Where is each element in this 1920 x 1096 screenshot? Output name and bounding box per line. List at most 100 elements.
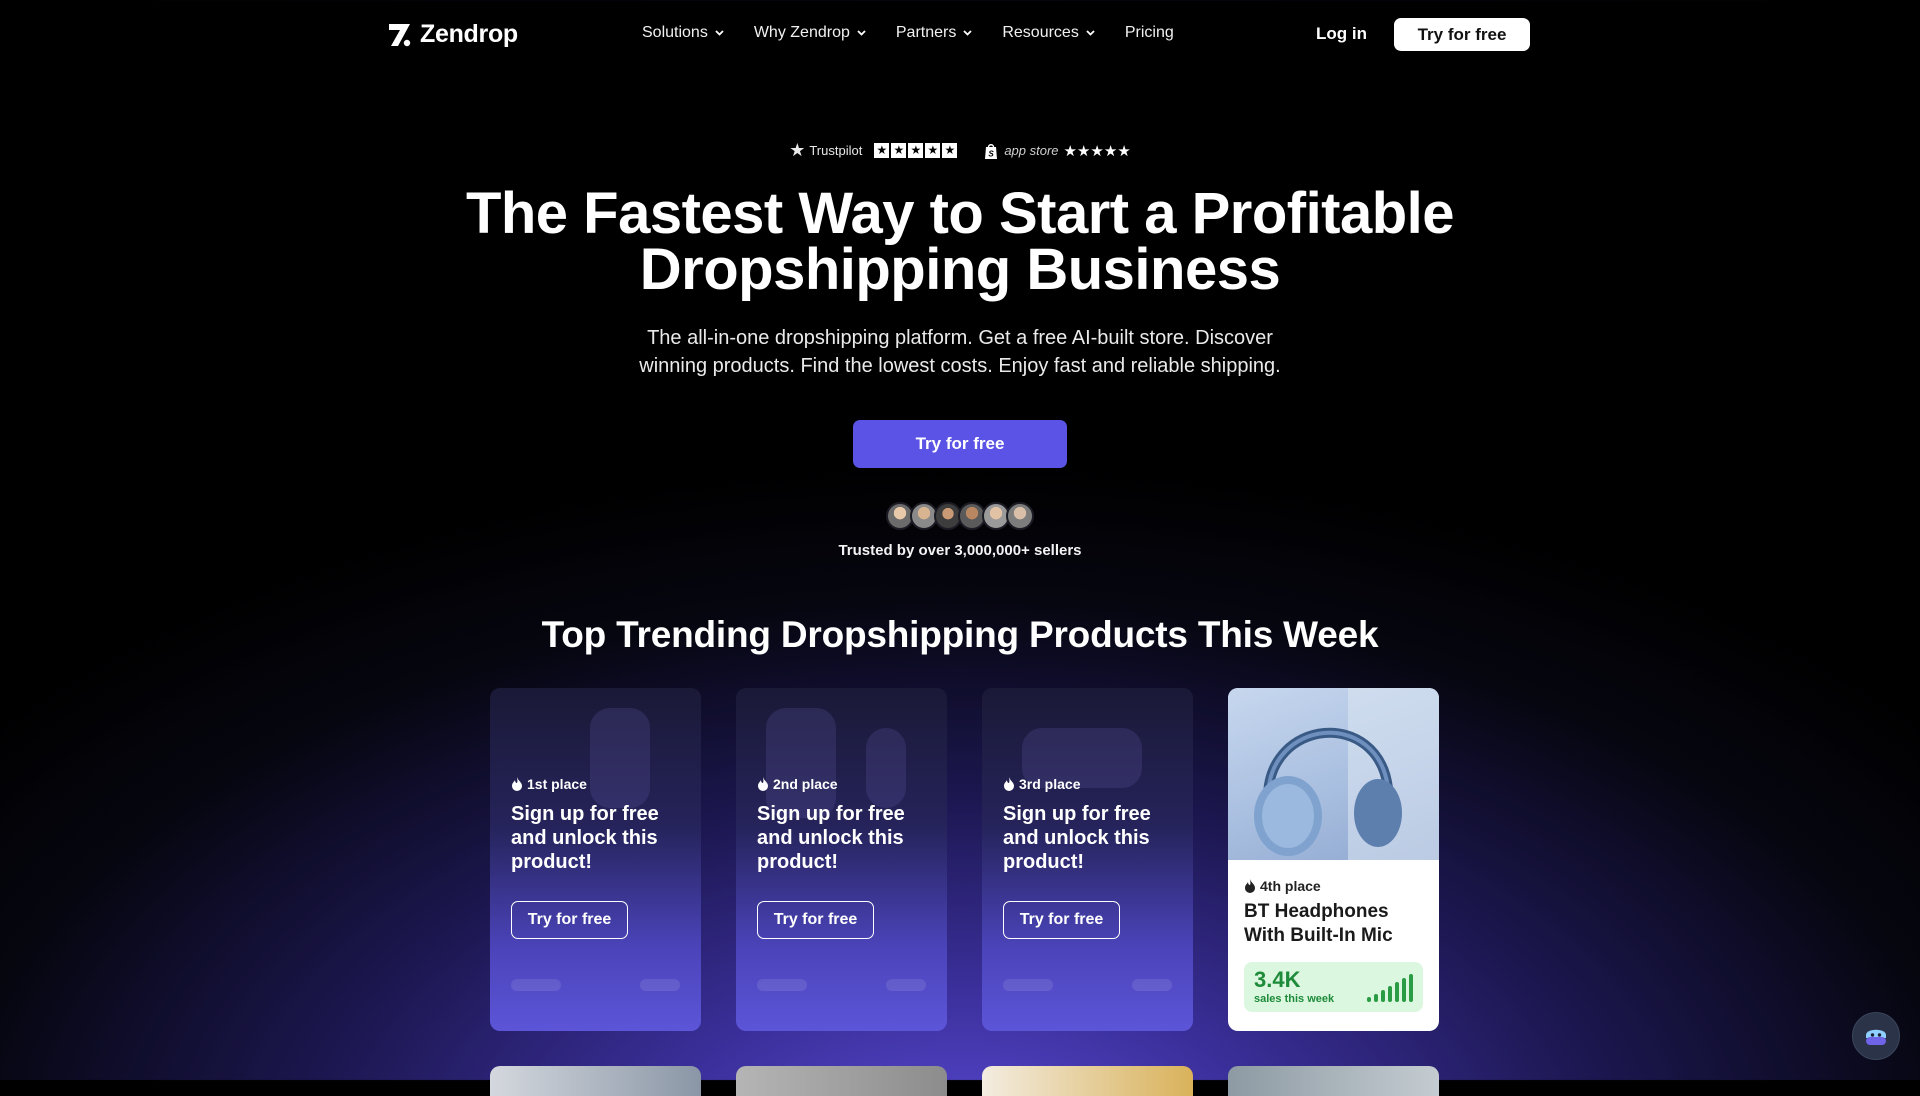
star-icon: ★ [925, 143, 941, 158]
chevron-down-icon [857, 30, 866, 36]
flame-icon [1245, 879, 1255, 893]
brand-name: Zendrop [420, 20, 518, 48]
seller-avatars [886, 502, 1034, 530]
sales-bar [1367, 997, 1371, 1002]
ratings-row: ★ Trustpilot ★ ★ ★ ★ ★ S app store ★★★★★ [0, 140, 1920, 161]
place-label: 1st place [527, 776, 587, 792]
zendrop-logo-icon [389, 23, 411, 46]
chevron-down-icon [1086, 30, 1095, 36]
shopify-bag-icon: S [985, 143, 998, 159]
star-icon: ★ [942, 143, 958, 158]
place-label: 2nd place [773, 776, 838, 792]
sales-bar [1395, 982, 1399, 1002]
svg-text:S: S [989, 149, 995, 158]
trending-section-title: Top Trending Dropshipping Products This … [541, 614, 1379, 655]
hero-title: The Fastest Way to Start a Profitable Dr… [0, 181, 1920, 302]
trustpilot-stars: ★ ★ ★ ★ ★ [874, 143, 958, 158]
locked-product-message: Sign up for free and unlock this product… [511, 803, 659, 873]
place-label: 4th place [1260, 878, 1321, 894]
sales-bar [1402, 978, 1406, 1002]
menu-label: Partners [895, 24, 957, 41]
card-try-free-button[interactable]: Try for free [1003, 901, 1120, 939]
blurred-placeholder [640, 979, 680, 991]
sales-stat: 3.4K sales this week [1244, 962, 1423, 1012]
chevron-down-icon [963, 30, 972, 36]
chevron-down-icon [715, 30, 724, 36]
shopify-app-store-rating: S app store ★★★★★ [983, 142, 1131, 160]
menu-label: Solutions [642, 24, 708, 41]
star-icon: ★ [789, 140, 806, 160]
blurred-stats [757, 979, 926, 995]
menu-why-zendrop[interactable]: Why Zendrop [754, 24, 866, 42]
place-label: 3rd place [1019, 776, 1081, 792]
app-store-label: app store [1004, 143, 1059, 158]
star-icon: ★ [891, 143, 907, 158]
blurred-placeholder [511, 979, 561, 991]
sales-bar [1409, 974, 1413, 1002]
app-store-stars: ★★★★★ [1063, 142, 1131, 160]
product-card-peek[interactable] [982, 1066, 1193, 1096]
blurred-placeholder [886, 979, 926, 991]
product-title: BT Headphones With Built-In Mic [1244, 901, 1393, 946]
sales-bar [1374, 994, 1378, 1002]
menu-pricing[interactable]: Pricing [1125, 24, 1174, 42]
flame-icon [758, 777, 768, 791]
main-menu: Solutions Why Zendrop Partners Resources… [642, 24, 1174, 42]
hero-title-line: Dropshipping Business [639, 237, 1281, 302]
place-badge: 2nd place [757, 776, 838, 792]
menu-solutions[interactable]: Solutions [642, 24, 724, 42]
flame-icon [512, 777, 522, 791]
sales-bar [1381, 990, 1385, 1002]
menu-label: Pricing [1124, 24, 1174, 41]
blurred-product-image [866, 728, 906, 808]
flame-icon [1004, 777, 1014, 791]
sales-bars-icon [1367, 974, 1413, 1002]
trusted-text: Trusted by over 3,000,000+ sellers [838, 542, 1082, 559]
product-card-peek[interactable] [736, 1066, 947, 1096]
trustpilot-rating: ★ Trustpilot ★ ★ ★ ★ ★ [789, 140, 958, 161]
product-card-peek[interactable] [1228, 1066, 1439, 1096]
avatar [1006, 502, 1034, 530]
top-nav: Zendrop Solutions Why Zendrop Partners R… [0, 0, 1920, 68]
blurred-placeholder [757, 979, 807, 991]
product-card-peek[interactable] [490, 1066, 701, 1096]
product-card-locked[interactable]: 2nd place Sign up for free and unlock th… [736, 688, 947, 1031]
menu-partners[interactable]: Partners [896, 24, 972, 42]
locked-product-message: Sign up for free and unlock this product… [757, 803, 905, 873]
card-try-free-button[interactable]: Try for free [511, 901, 628, 939]
headphones-image [1254, 688, 1439, 860]
hero-subtitle-line: winning products. Find the lowest costs.… [639, 355, 1281, 377]
card-try-free-button[interactable]: Try for free [757, 901, 874, 939]
chat-assistant-button[interactable] [1852, 1012, 1900, 1060]
bot-icon [1866, 1029, 1886, 1045]
star-icon: ★ [908, 143, 924, 158]
sales-count: 3.4K [1254, 967, 1301, 992]
menu-label: Resources [1002, 24, 1079, 41]
nav-try-free-button[interactable]: Try for free [1394, 18, 1530, 51]
brand-logo[interactable]: Zendrop [388, 20, 518, 49]
blurred-product-image [590, 708, 650, 808]
hero-title-line: The Fastest Way to Start a Profitable [465, 181, 1455, 246]
sales-label: sales this week [1254, 993, 1335, 1005]
blurred-placeholder [1003, 979, 1053, 991]
blurred-placeholder [1132, 979, 1172, 991]
login-link[interactable]: Log in [1316, 24, 1367, 44]
locked-product-message: Sign up for free and unlock this product… [1003, 803, 1151, 873]
trustpilot-label: Trustpilot [809, 143, 863, 158]
star-icon: ★ [874, 143, 890, 158]
hero-try-free-button[interactable]: Try for free [853, 420, 1067, 468]
sales-bar [1388, 986, 1392, 1002]
menu-resources[interactable]: Resources [1002, 24, 1095, 42]
blurred-stats [1003, 979, 1172, 995]
product-card[interactable]: 4th place BT Headphones With Built-In Mi… [1228, 688, 1439, 1031]
hero-subtitle-line: The all-in-one dropshipping platform. Ge… [647, 327, 1273, 349]
product-card-locked[interactable]: 1st place Sign up for free and unlock th… [490, 688, 701, 1031]
menu-label: Why Zendrop [753, 24, 850, 41]
blurred-stats [511, 979, 680, 995]
product-card-locked[interactable]: 3rd place Sign up for free and unlock th… [982, 688, 1193, 1031]
place-badge: 1st place [511, 776, 587, 792]
place-badge: 3rd place [1003, 776, 1080, 792]
hero-subtitle: The all-in-one dropshipping platform. Ge… [560, 324, 1360, 380]
place-badge: 4th place [1244, 878, 1321, 894]
product-image [1228, 688, 1439, 860]
